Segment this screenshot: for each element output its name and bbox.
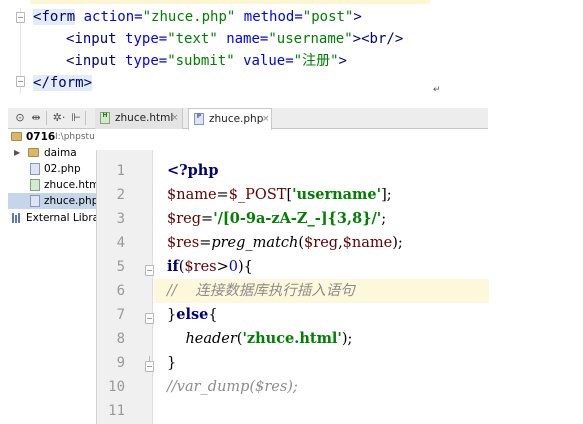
line-number: 8 <box>116 331 125 347</box>
tree-root[interactable]: 0716 I:\phpstu <box>8 129 96 145</box>
line-number: 7 <box>116 307 125 323</box>
tree-root-path: I:\phpstu <box>55 132 95 142</box>
html-file-icon: H <box>100 112 110 124</box>
expand-arrow-icon[interactable]: ▶ <box>14 145 20 161</box>
editor-toolbar: ⊙ ⇹ ✲· ⊩ H zhuce.html × P zhuce.php × <box>8 108 488 130</box>
fold-end-marker-icon[interactable] <box>145 356 154 372</box>
tree-item-label: zhuce.php <box>44 195 96 207</box>
code-line-4: $res=preg_match($reg,$name); <box>167 235 403 251</box>
snippet-line-form-open: <form action="zhuce.php" method="post"> <box>33 9 362 25</box>
fold-marker-icon[interactable] <box>16 12 25 23</box>
return-mark-icon: ↵ <box>433 85 441 95</box>
line-number: 4 <box>116 235 125 251</box>
tree-root-label: 0716 <box>26 131 56 143</box>
tree-item-label: 02.php <box>44 163 81 175</box>
tree-item-label: daima <box>44 147 77 159</box>
snippet-line-input-text: <input type="text" name="username"><br/> <box>66 31 404 47</box>
ide-window: ⊙ ⇹ ✲· ⊩ H zhuce.html × P zhuce.php × 07… <box>8 108 489 424</box>
tab-label: zhuce.php <box>209 113 264 125</box>
tab-label: zhuce.html <box>115 112 174 124</box>
code-line-3: $reg='/[0-9a-zA-Z_-]{3,8}/'; <box>167 210 387 227</box>
line-number: 11 <box>108 403 125 419</box>
sync-icon[interactable]: ⊙ <box>14 111 26 125</box>
html-file-icon <box>30 179 40 191</box>
fold-marker-icon[interactable] <box>145 265 154 276</box>
pin-icon[interactable]: ⊩ <box>70 111 82 125</box>
code-line-1: <?php <box>167 162 219 179</box>
tree-item-zhuce-html[interactable]: zhuce.html <box>8 177 96 193</box>
code-line-8: header('zhuce.html'); <box>185 330 353 347</box>
line-number: 5 <box>116 259 125 275</box>
line-number: 6 <box>116 283 125 299</box>
fold-marker-icon[interactable] <box>145 313 154 324</box>
tree-item-02-php[interactable]: 02.php <box>8 161 96 177</box>
line-number: 10 <box>108 379 125 395</box>
tree-item-zhuce-php[interactable]: zhuce.php <box>8 193 96 209</box>
php-file-icon: P <box>194 113 204 125</box>
toolbar-separator <box>46 111 47 125</box>
tab-zhuce-php[interactable]: P zhuce.php × <box>188 108 272 130</box>
library-icon <box>12 213 22 223</box>
toolbar-separator <box>85 111 86 125</box>
line-number: 2 <box>116 187 125 203</box>
code-line-10: //var_dump($res); <box>167 379 298 395</box>
close-icon[interactable]: × <box>262 109 270 129</box>
code-line-6: // 连接数据库执行插入语句 <box>154 279 489 303</box>
tab-zhuce-html[interactable]: H zhuce.html × <box>95 108 183 129</box>
html-form-snippet: <form action="zhuce.php" method="post"> … <box>0 0 583 100</box>
snippet-line-input-submit: <input type="submit" value="注册"> <box>66 53 347 69</box>
code-editor[interactable]: 1 2 3 4 5 6 7 8 9 10 11 <?php $name=$_PO… <box>96 150 489 424</box>
collapse-icon[interactable]: ⇹ <box>30 111 42 125</box>
project-tree: 0716 I:\phpstu ▶ daima 02.php zhuce.html… <box>8 129 96 424</box>
tree-item-daima[interactable]: ▶ daima <box>8 145 96 161</box>
line-number-gutter: 1 2 3 4 5 6 7 8 9 10 11 <box>97 150 154 424</box>
line-number: 1 <box>116 163 125 179</box>
folder-icon <box>11 132 22 141</box>
code-line-5: if($res>0){ <box>167 258 253 275</box>
tree-item-external-libraries[interactable]: External Librar <box>8 210 96 226</box>
highlight-bar <box>30 0 430 4</box>
fold-marker-icon[interactable] <box>16 76 25 87</box>
close-icon[interactable]: × <box>171 108 179 128</box>
code-line-7: }else{ <box>167 306 218 323</box>
line-number: 3 <box>116 211 125 227</box>
code-line-9: } <box>167 355 177 371</box>
snippet-line-form-close: </form> <box>33 75 93 91</box>
php-file-icon <box>30 195 40 207</box>
folder-icon <box>28 148 39 157</box>
line-number: 9 <box>116 355 125 371</box>
tree-item-label: zhuce.html <box>44 179 96 191</box>
gear-icon[interactable]: ✲· <box>51 111 67 125</box>
code-line-2: $name=$_POST['username']; <box>167 186 392 203</box>
php-file-icon <box>30 163 40 175</box>
tree-item-label: External Librar <box>26 212 96 224</box>
